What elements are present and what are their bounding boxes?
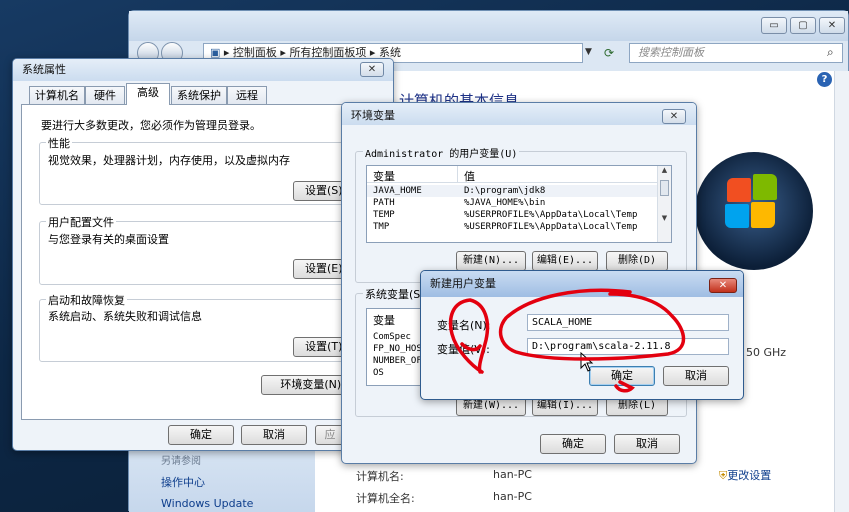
annotation-underline-ok — [614, 380, 635, 393]
red-annotation-marks — [448, 288, 686, 393]
tab-advanced[interactable]: 高级 — [126, 83, 170, 105]
annotation-circle-values — [498, 288, 686, 361]
annotation-circle-labels — [448, 298, 490, 374]
